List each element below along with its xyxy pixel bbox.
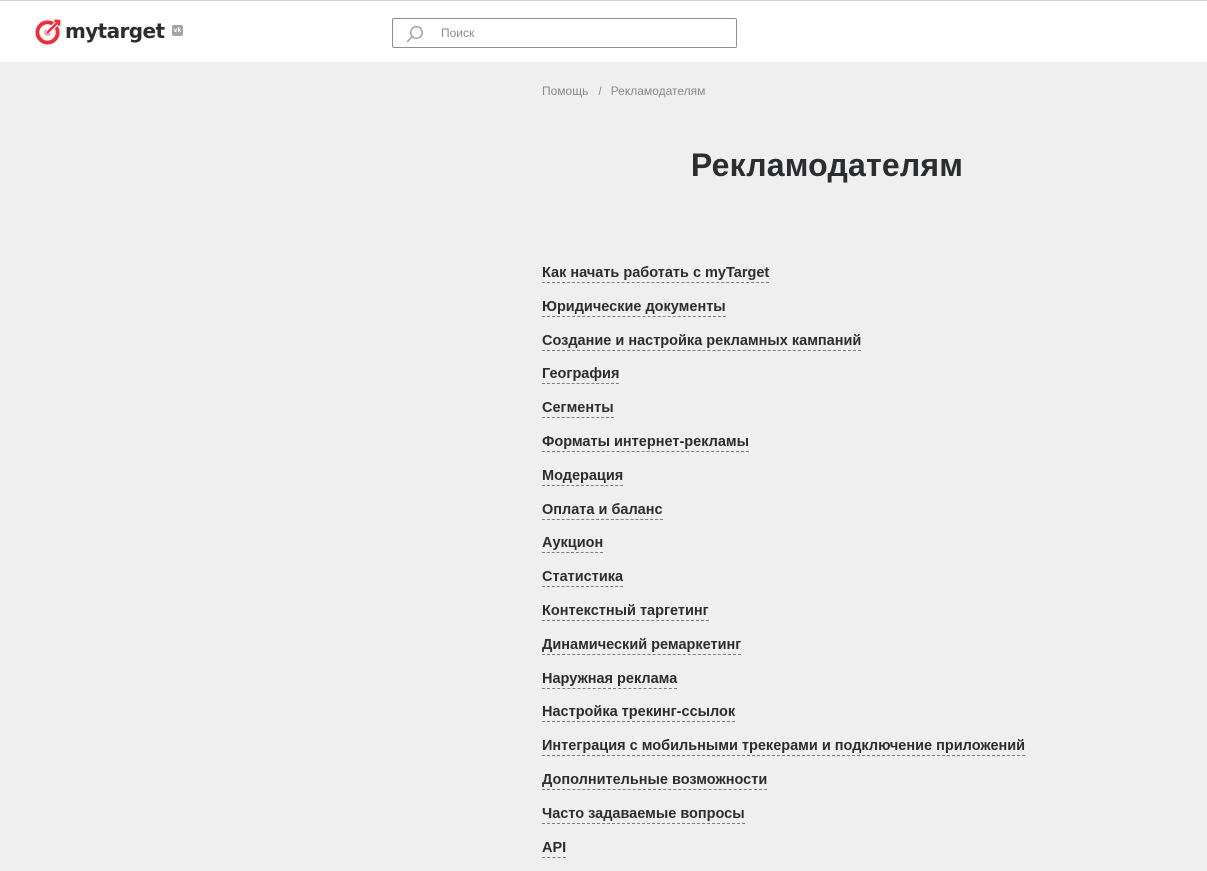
list-item: Создание и настройка рекламных кампаний [542,331,1025,365]
topic-link-payment-balance[interactable]: Оплата и баланс [542,501,663,520]
topic-link-geography[interactable]: География [542,366,620,385]
list-item: Контекстный таргетинг [542,601,1025,635]
breadcrumb-help[interactable]: Помощь [542,84,588,98]
search-icon [406,26,423,43]
breadcrumb: Помощь / Рекламодателям [542,84,705,98]
list-item: Настройка трекинг-ссылок [542,702,1025,736]
list-item: Статистика [542,567,1025,601]
list-item: Интеграция с мобильными трекерами и подк… [542,736,1026,770]
topic-link-tracking-links[interactable]: Настройка трекинг-ссылок [542,704,736,723]
topic-link-campaigns[interactable]: Создание и настройка рекламных кампаний [542,332,862,351]
list-item: Аукцион [542,533,1025,567]
page-title: Рекламодателям [690,147,964,183]
list-item: Наружная реклама [542,669,1025,703]
list-item: Модерация [542,466,1025,500]
list-item: Как начать работать с myTarget [542,263,1025,297]
topic-link-additional-features[interactable]: Дополнительные возможности [542,771,768,790]
topic-link-outdoor-ads[interactable]: Наружная реклама [542,670,678,689]
topic-link-auction[interactable]: Аукцион [542,535,604,554]
list-item: Дополнительные возможности [542,770,1025,804]
mytarget-logo[interactable]: mytarget [35,17,165,45]
topic-link-faq[interactable]: Часто задаваемые вопросы [542,805,745,824]
list-item: Часто задаваемые вопросы [542,804,1025,838]
logo-text: mytarget [65,18,165,43]
topic-link-legal-documents[interactable]: Юридические документы [542,298,726,317]
topic-link-moderation[interactable]: Модерация [542,467,624,486]
topic-link-statistics[interactable]: Статистика [542,569,624,588]
search-box[interactable] [392,18,737,48]
topic-link-mobile-trackers[interactable]: Интеграция с мобильными трекерами и подк… [542,738,1026,757]
topic-link-segments[interactable]: Сегменты [542,400,614,419]
target-logo-icon [35,18,61,45]
topic-link-ad-formats[interactable]: Форматы интернет-рекламы [542,433,750,452]
list-item: Динамический ремаркетинг [542,635,1025,669]
topic-link-getting-started[interactable]: Как начать работать с myTarget [542,265,770,283]
site-header: mytarget vk [0,0,1207,62]
search-input[interactable] [441,19,726,47]
list-item: Юридические документы [542,297,1025,331]
list-item: География [542,364,1025,398]
breadcrumb-separator: / [598,84,602,98]
topic-link-api[interactable]: API [542,839,567,858]
topic-link-context-targeting[interactable]: Контекстный таргетинг [542,602,709,621]
list-item: Форматы интернет-рекламы [542,432,1025,466]
vk-icon[interactable]: vk [172,25,183,36]
list-item: API [542,838,1025,871]
list-item: Оплата и баланс [542,500,1025,534]
list-item: Сегменты [542,398,1025,432]
topic-link-dynamic-remarketing[interactable]: Динамический ремаркетинг [542,636,742,655]
topic-list: Как начать работать с myTarget Юридическ… [542,263,1026,871]
breadcrumb-advertisers[interactable]: Рекламодателям [611,84,706,98]
